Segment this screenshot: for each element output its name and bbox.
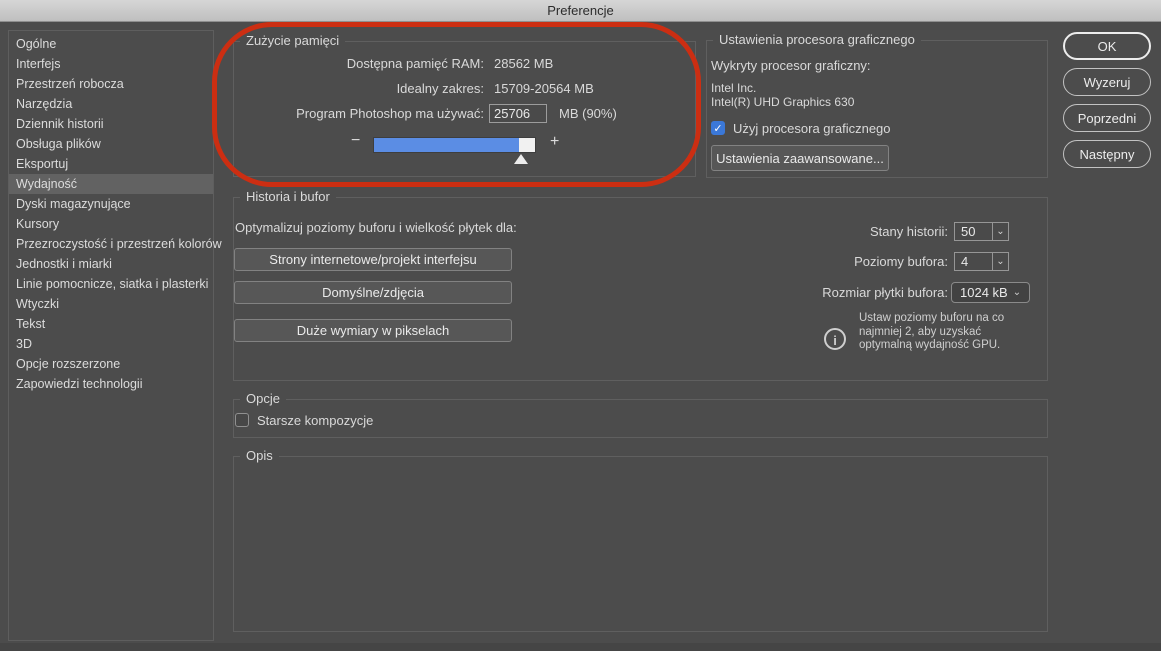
preset-default-button[interactable]: Domyślne/zdjęcia [234, 281, 512, 304]
options-group: Opcje Starsze kompozycje [233, 399, 1048, 438]
next-button[interactable]: Następny [1063, 140, 1151, 168]
reset-button[interactable]: Wyzeruj [1063, 68, 1151, 96]
chevron-down-icon: ⌄ [992, 223, 1008, 240]
cache-levels-dropdown[interactable]: 4 ⌄ [954, 252, 1009, 271]
options-group-title: Opcje [240, 391, 286, 406]
sidebar-item-wydajnosc[interactable]: Wydajność [9, 174, 213, 194]
cache-levels-value: 4 [955, 254, 992, 269]
optimize-label: Optymalizuj poziomy buforu i wielkość pł… [235, 220, 517, 235]
use-gpu-label: Użyj procesora graficznego [733, 121, 891, 136]
memory-usage-group-title: Zużycie pamięci [240, 33, 345, 48]
previous-button[interactable]: Poprzedni [1063, 104, 1151, 132]
legacy-compositing-label: Starsze kompozycje [257, 413, 373, 428]
memory-slider[interactable] [373, 137, 536, 153]
ok-button[interactable]: OK [1063, 32, 1151, 60]
detected-gpu-label: Wykryty procesor graficzny: [711, 58, 871, 73]
sidebar-item-opcje-rozszerzone[interactable]: Opcje rozszerzone [9, 354, 213, 374]
use-gpu-checkbox[interactable]: ✓ [711, 121, 725, 135]
preferences-sidebar: Ogólne Interfejs Przestrzeń robocza Narz… [8, 30, 214, 641]
sidebar-item-wtyczki[interactable]: Wtyczki [9, 294, 213, 314]
history-states-dropdown[interactable]: 50 ⌄ [954, 222, 1009, 241]
tile-size-dropdown[interactable]: 1024 kB ⌄ [951, 282, 1030, 303]
sidebar-item-zapowiedzi[interactable]: Zapowiedzi technologii [9, 374, 213, 394]
history-cache-group: Historia i bufor Optymalizuj poziomy buf… [233, 197, 1048, 381]
sidebar-item-linie-pomocnicze[interactable]: Linie pomocnicze, siatka i plasterki [9, 274, 213, 294]
memory-amount-suffix: MB (90%) [559, 106, 617, 121]
sidebar-item-narzedzia[interactable]: Narzędzia [9, 94, 213, 114]
advanced-settings-button[interactable]: Ustawienia zaawansowane... [711, 145, 889, 171]
description-group: Opis [233, 456, 1048, 632]
ideal-range-value: 15709-20564 MB [494, 81, 594, 96]
check-icon: ✓ [713, 123, 722, 135]
description-group-title: Opis [240, 448, 279, 463]
preset-web-button[interactable]: Strony internetowe/projekt interfejsu [234, 248, 512, 271]
history-states-value: 50 [955, 224, 992, 239]
sidebar-item-przestrzen-robocza[interactable]: Przestrzeń robocza [9, 74, 213, 94]
tile-size-value: 1024 kB [960, 285, 1008, 300]
preset-huge-button[interactable]: Duże wymiary w pikselach [234, 319, 512, 342]
slider-minus-icon[interactable]: − [351, 132, 360, 150]
sidebar-item-tekst[interactable]: Tekst [9, 314, 213, 334]
chevron-down-icon: ⌄ [992, 253, 1008, 270]
legacy-compositing-checkbox[interactable] [235, 413, 249, 427]
available-ram-label: Dostępna pamięć RAM: [234, 56, 484, 71]
gpu-settings-group: Ustawienia procesora graficznego Wykryty… [706, 40, 1048, 178]
memory-slider-fill [374, 138, 519, 152]
sidebar-item-interfejs[interactable]: Interfejs [9, 54, 213, 74]
cache-info-text: Ustaw poziomy buforu na co najmniej 2, a… [859, 312, 1029, 353]
chevron-down-icon: ⌄ [1013, 287, 1021, 298]
slider-plus-icon[interactable]: + [550, 133, 559, 151]
sidebar-item-przezroczystosc[interactable]: Przezroczystość i przestrzeń kolorów [9, 234, 213, 254]
info-icon: i [824, 328, 846, 350]
sidebar-item-3d[interactable]: 3D [9, 334, 213, 354]
gpu-model: Intel(R) UHD Graphics 630 [711, 95, 854, 109]
window-title: Preferencje [0, 0, 1161, 22]
sidebar-item-obsluga-plikow[interactable]: Obsługa plików [9, 134, 213, 154]
memory-slider-thumb[interactable] [514, 154, 528, 164]
memory-usage-group: Zużycie pamięci Dostępna pamięć RAM: 285… [233, 41, 696, 177]
sidebar-item-ogolne[interactable]: Ogólne [9, 34, 213, 54]
memory-amount-input[interactable] [489, 104, 547, 123]
gpu-settings-group-title: Ustawienia procesora graficznego [713, 32, 921, 47]
photoshop-use-label: Program Photoshop ma używać: [234, 106, 484, 121]
window-bottom-edge [0, 643, 1161, 651]
sidebar-item-jednostki-miarki[interactable]: Jednostki i miarki [9, 254, 213, 274]
tile-size-label: Rozmiar płytki bufora: [634, 285, 948, 300]
history-states-label: Stany historii: [634, 224, 948, 239]
gpu-vendor: Intel Inc. [711, 81, 756, 95]
history-cache-group-title: Historia i bufor [240, 189, 336, 204]
sidebar-item-kursory[interactable]: Kursory [9, 214, 213, 234]
sidebar-item-dyski-magazynujace[interactable]: Dyski magazynujące [9, 194, 213, 214]
cache-levels-label: Poziomy bufora: [634, 254, 948, 269]
sidebar-item-dziennik-historii[interactable]: Dziennik historii [9, 114, 213, 134]
ideal-range-label: Idealny zakres: [234, 81, 484, 96]
available-ram-value: 28562 MB [494, 56, 553, 71]
sidebar-item-eksportuj[interactable]: Eksportuj [9, 154, 213, 174]
